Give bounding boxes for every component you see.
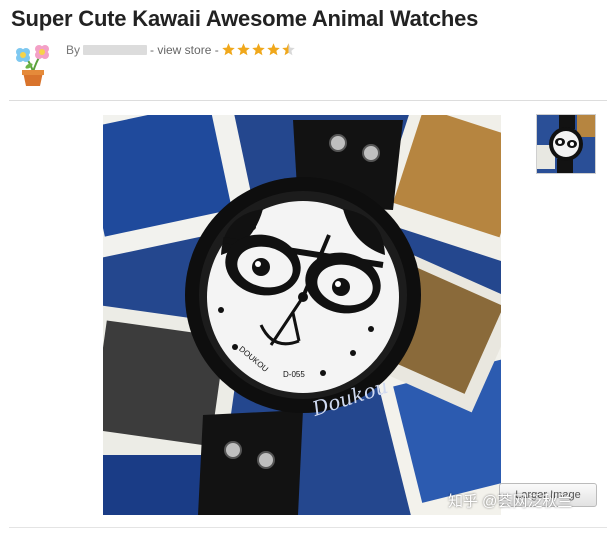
view-store-link[interactable]: - view store - (150, 43, 219, 57)
star-icon (251, 43, 265, 56)
thumbnail-image[interactable] (536, 114, 596, 174)
watermark-text: 知乎 @荟网泛秋兰 (448, 493, 573, 510)
star-icon (221, 43, 235, 56)
by-label: By (66, 42, 81, 57)
rating-stars (221, 42, 296, 57)
seller-name-redacted[interactable] (83, 44, 148, 55)
star-icon (236, 43, 250, 56)
header-divider (9, 100, 607, 101)
dial-model-label: D-055 (283, 370, 305, 379)
main-product-image[interactable]: DOUKOU D-055 Doukou (103, 115, 501, 515)
seller-byline: By - view store - (66, 42, 296, 57)
star-icon (266, 43, 280, 56)
product-title: Super Cute Kawaii Awesome Animal Watches (11, 6, 479, 31)
bottom-divider (9, 527, 607, 528)
star-half-icon (281, 43, 295, 56)
flower-pot-icon[interactable] (9, 42, 55, 88)
